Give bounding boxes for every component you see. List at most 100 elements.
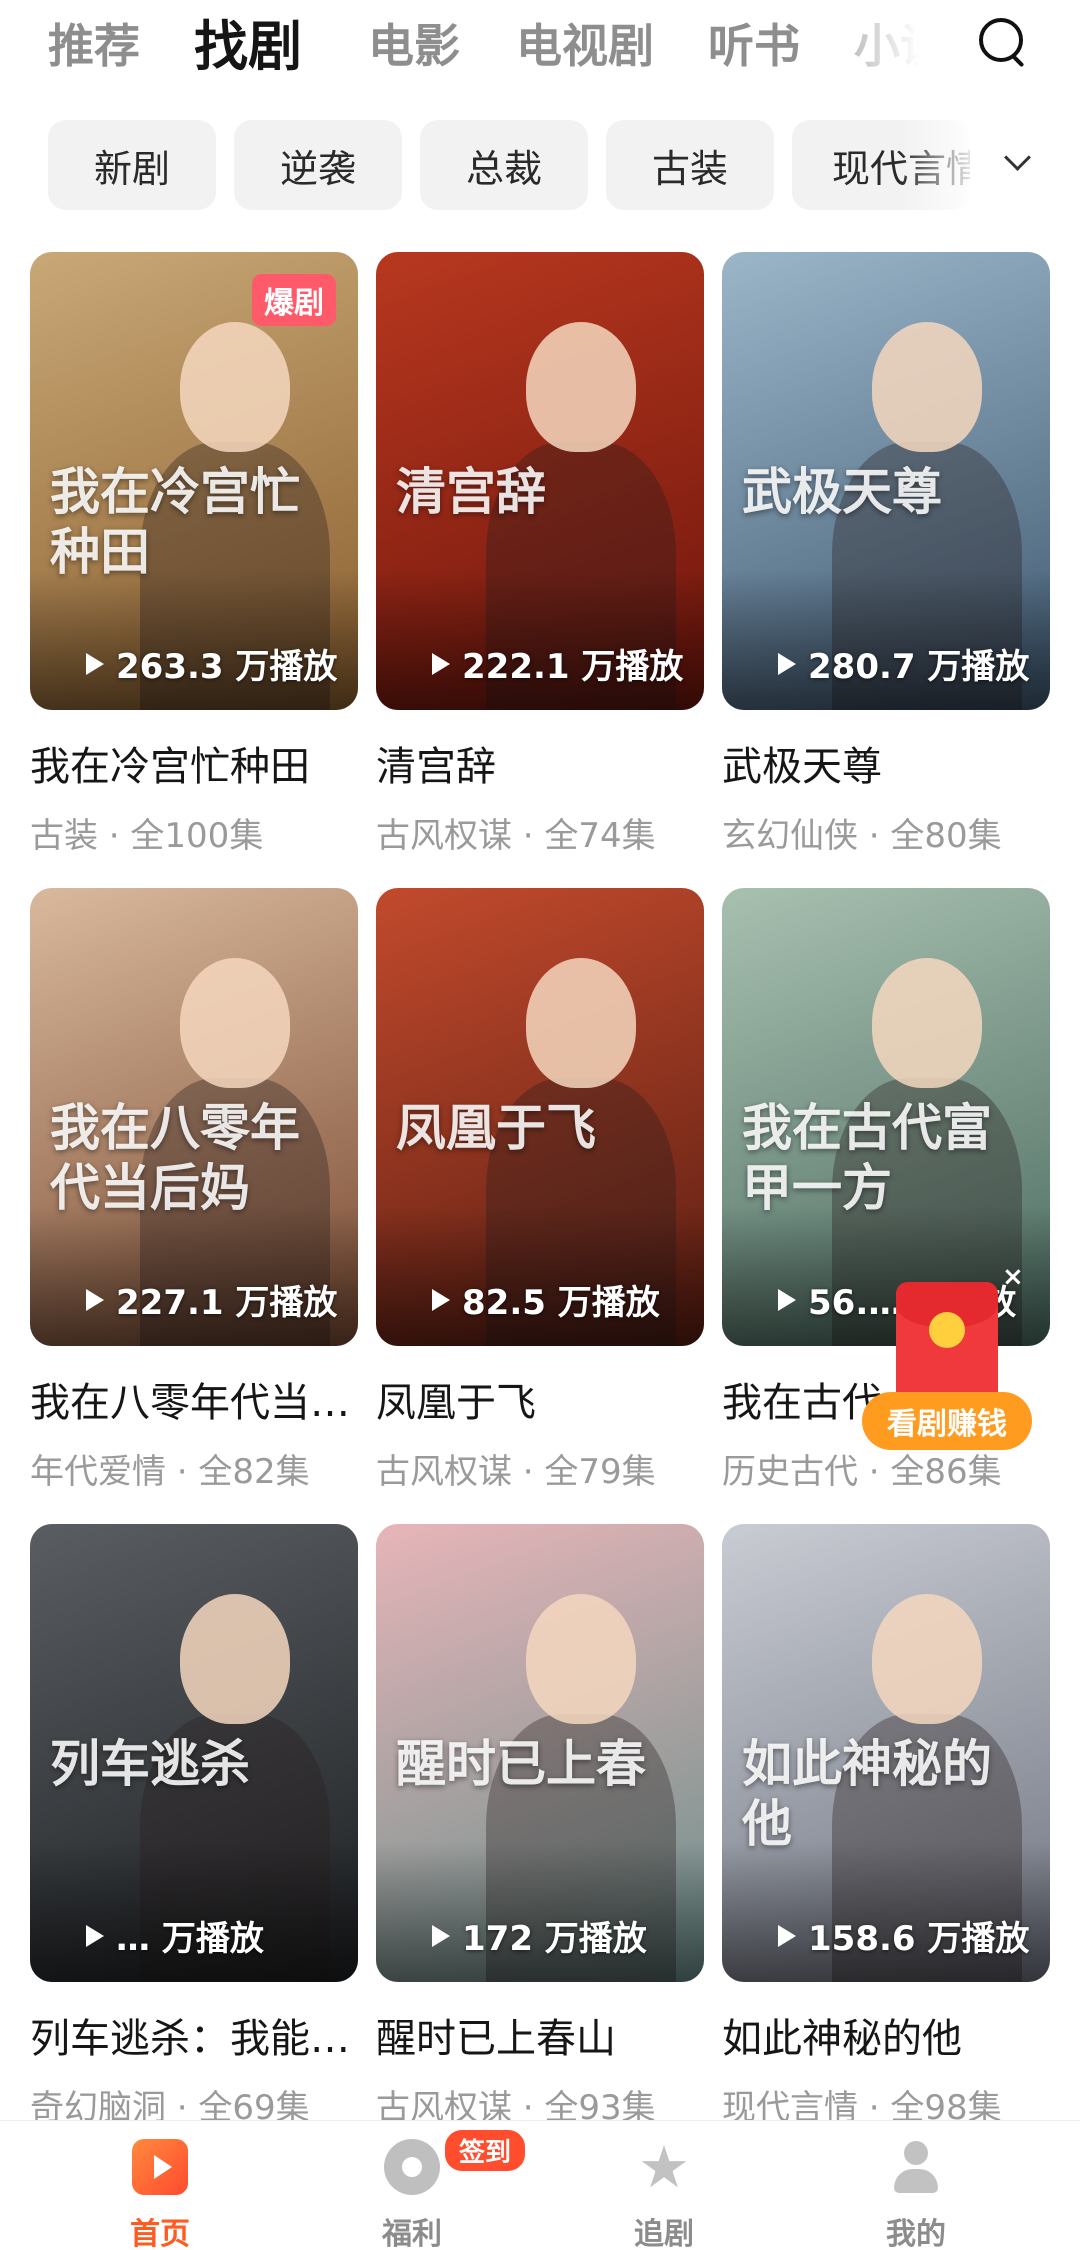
nav-home-label: 首页 xyxy=(130,2217,190,2250)
play-count: 82.5 万播放 xyxy=(432,1275,660,1324)
play-count-text: 263.3 万播放 xyxy=(116,647,338,687)
tab-audiobook[interactable]: 听书 xyxy=(708,10,800,76)
home-play-icon xyxy=(132,2139,188,2195)
play-count-text: … 万播放 xyxy=(116,1919,264,1959)
drama-title[interactable]: 醒时已上春山 xyxy=(376,2006,704,2064)
category-chips: 新剧 逆袭 总裁 古装 现代言情 xyxy=(0,120,1080,210)
poster-figure xyxy=(526,322,636,452)
play-icon xyxy=(432,652,450,675)
nav-welfare-label: 福利 xyxy=(382,2217,442,2250)
chip-costume[interactable]: 古装 xyxy=(606,120,774,210)
drama-poster[interactable]: 我在冷宫忙种田 爆剧 263.3 万播放 xyxy=(30,252,358,710)
poster-figure xyxy=(526,1594,636,1724)
poster-title-art: 武极天尊 xyxy=(742,462,942,521)
chip-fade-overlay xyxy=(900,120,1080,210)
play-count-text: 82.5 万播放 xyxy=(462,1283,660,1323)
play-icon xyxy=(778,652,796,675)
drama-poster[interactable]: 醒时已上春 172 万播放 xyxy=(376,1524,704,1982)
chip-new[interactable]: 新剧 xyxy=(48,120,216,210)
play-count: 158.6 万播放 xyxy=(778,1911,1029,1960)
earn-reward-label[interactable]: 看剧赚钱 xyxy=(862,1392,1032,1450)
tab-find-drama[interactable]: 找剧 xyxy=(194,2,302,81)
drama-title[interactable]: 武极天尊 xyxy=(722,734,1050,792)
play-icon xyxy=(778,1288,796,1311)
search-icon[interactable] xyxy=(975,14,1031,70)
play-count-text: 227.1 万播放 xyxy=(116,1283,338,1323)
drama-meta: 古装 · 全100集 xyxy=(30,816,264,856)
play-icon xyxy=(86,1288,104,1311)
drama-card[interactable]: 我在八零年代当后妈 227.1 万播放我在八零年代当… 年代爱情 · 全82集 xyxy=(30,888,358,1493)
play-icon xyxy=(778,1924,796,1947)
tab-recommend[interactable]: 推荐 xyxy=(48,10,140,76)
drama-meta: 古风权谋 · 全79集 xyxy=(376,1452,656,1492)
play-count: 263.3 万播放 xyxy=(86,639,337,688)
chip-ceo[interactable]: 总裁 xyxy=(420,120,588,210)
drama-title[interactable]: 凤凰于飞 xyxy=(376,1370,704,1428)
play-count-text: 280.7 万播放 xyxy=(808,647,1030,687)
poster-title-art: 我在八零年代当后妈 xyxy=(50,1098,300,1217)
play-icon xyxy=(432,1924,450,1947)
nav-profile[interactable]: 我的 xyxy=(826,2121,1006,2250)
play-count: 172 万播放 xyxy=(432,1911,647,1960)
drama-card[interactable]: 凤凰于飞 82.5 万播放 凤凰于飞 古风权谋 · 全79集 xyxy=(376,888,704,1493)
drama-poster[interactable]: 我在八零年代当后妈 227.1 万播放 xyxy=(30,888,358,1346)
chevron-down-icon[interactable] xyxy=(1004,146,1030,172)
drama-card[interactable]: 如此神秘的他 158.6 万播放 如此神秘的他 现代言情 · 全98集 xyxy=(722,1524,1050,2129)
chip-comeback[interactable]: 逆袭 xyxy=(234,120,402,210)
drama-poster[interactable]: 武极天尊 280.7 万播放 xyxy=(722,252,1050,710)
play-count-text: 222.1 万播放 xyxy=(462,647,684,687)
tab-movie[interactable]: 电影 xyxy=(368,10,460,76)
drama-card[interactable]: 醒时已上春 172 万播放 醒时已上春山 古风权谋 · 全93集 xyxy=(376,1524,704,2129)
drama-meta: 年代爱情 · 全82集 xyxy=(30,1452,310,1492)
poster-title-art: 我在古代富甲一方 xyxy=(742,1098,992,1217)
play-icon xyxy=(86,652,104,675)
drama-poster[interactable]: 清宫辞 222.1 万播放 xyxy=(376,252,704,710)
drama-title[interactable]: 如此神秘的他 xyxy=(722,2006,1050,2064)
drama-card[interactable]: 武极天尊 280.7 万播放 武极天尊 玄幻仙侠 · 全80集 xyxy=(722,252,1050,857)
drama-title[interactable]: 清宫辞 xyxy=(376,734,704,792)
play-icon xyxy=(432,1288,450,1311)
play-count: … 万播放 xyxy=(86,1911,264,1960)
poster-figure xyxy=(526,958,636,1088)
poster-title-art: 醒时已上春 xyxy=(396,1734,646,1793)
close-icon[interactable]: × xyxy=(1002,1262,1024,1292)
drama-poster[interactable]: 列车逃杀 … 万播放 xyxy=(30,1524,358,1982)
poster-title-art: 我在冷宫忙种田 xyxy=(50,462,300,581)
play-count-text: 172 万播放 xyxy=(462,1919,647,1959)
poster-figure xyxy=(180,958,290,1088)
drama-poster[interactable]: 凤凰于飞 82.5 万播放 xyxy=(376,888,704,1346)
top-tab-bar: 推荐 找剧 电影 电视剧 听书 小说 xyxy=(0,0,1080,100)
poster-figure xyxy=(872,1594,982,1724)
play-count: 227.1 万播放 xyxy=(86,1275,337,1324)
nav-home[interactable]: 首页 xyxy=(70,2121,250,2250)
drama-meta: 古风权谋 · 全74集 xyxy=(376,816,656,856)
nav-follow-label: 追剧 xyxy=(634,2217,694,2250)
bottom-nav: 首页 福利 签到 ★ 追剧 我的 xyxy=(0,2120,1080,2250)
drama-poster[interactable]: 如此神秘的他 158.6 万播放 xyxy=(722,1524,1050,1982)
drama-card[interactable]: 清宫辞 222.1 万播放清宫辞古风权谋 · 全74集 xyxy=(376,252,704,857)
poster-title-art: 凤凰于飞 xyxy=(396,1098,596,1157)
drama-card[interactable]: 我在冷宫忙种田 爆剧 263.3 万播放 我在冷宫忙种田 古装 · 全100集 xyxy=(30,252,358,857)
nav-profile-label: 我的 xyxy=(886,2217,946,2250)
earn-reward-widget[interactable]: × 看剧赚钱 xyxy=(862,1262,1032,1462)
hot-badge: 爆剧 xyxy=(252,274,336,326)
nav-follow[interactable]: ★ 追剧 xyxy=(574,2121,754,2250)
tab-fade-overlay xyxy=(840,0,940,100)
poster-figure xyxy=(872,322,982,452)
drama-title[interactable]: 我在冷宫忙种田 xyxy=(30,734,358,792)
drama-title[interactable]: 列车逃杀：我能… xyxy=(30,2006,358,2064)
poster-figure xyxy=(872,958,982,1088)
play-count: 280.7 万播放 xyxy=(778,639,1029,688)
tab-tv-series[interactable]: 电视剧 xyxy=(516,10,654,76)
gift-coin-icon xyxy=(384,2139,440,2195)
poster-figure xyxy=(180,322,290,452)
play-count: 222.1 万播放 xyxy=(432,639,683,688)
red-packet-icon xyxy=(896,1282,998,1410)
poster-figure xyxy=(180,1594,290,1724)
poster-title-art: 列车逃杀 xyxy=(50,1734,250,1793)
poster-title-art: 如此神秘的他 xyxy=(742,1734,992,1853)
drama-card[interactable]: 列车逃杀… 万播放 列车逃杀：我能… 奇幻脑洞 · 全69集 xyxy=(30,1524,358,2129)
sign-in-badge[interactable]: 签到 xyxy=(442,2127,529,2174)
drama-title[interactable]: 我在八零年代当… xyxy=(30,1370,358,1428)
play-count-text: 158.6 万播放 xyxy=(808,1919,1030,1959)
